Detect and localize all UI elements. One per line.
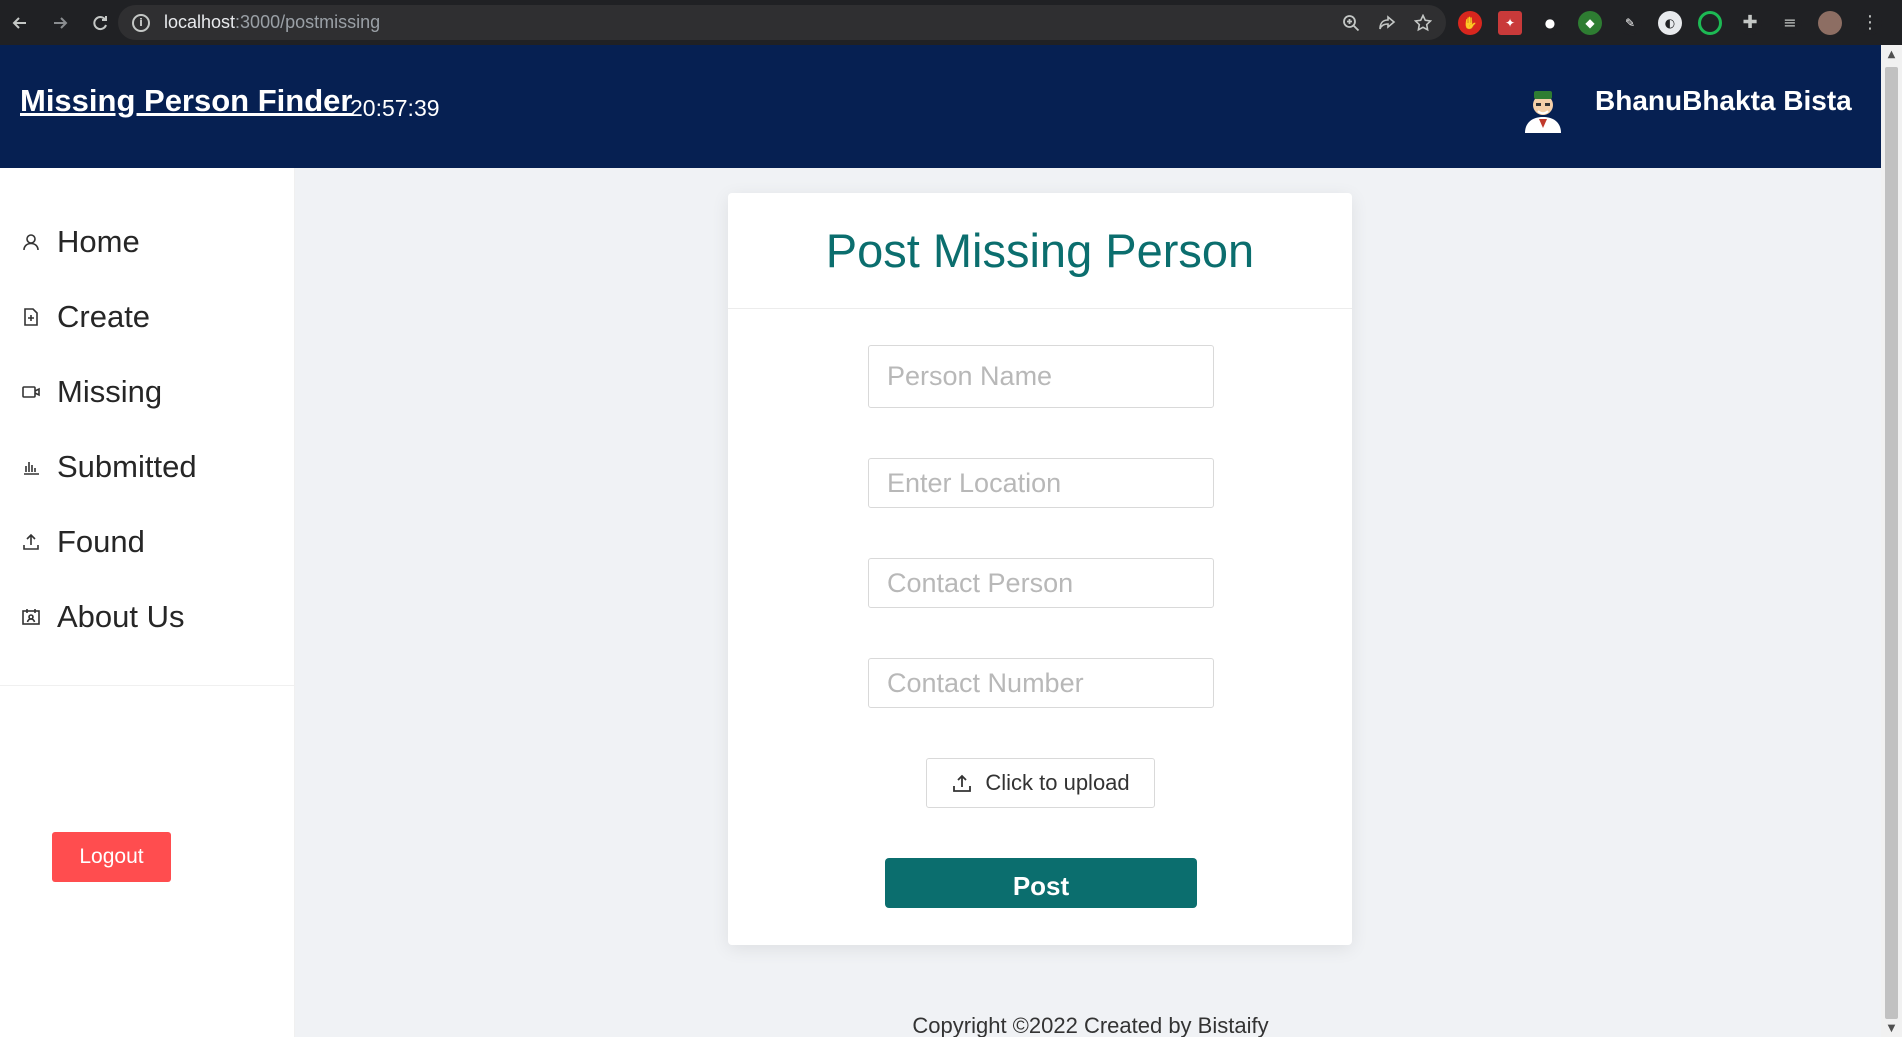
adblock-extension-icon[interactable]: ✋ [1458,10,1482,35]
sidebar-item-create[interactable]: Create [0,279,294,354]
browser-menu-icon[interactable]: ⋮ [1858,10,1882,35]
user-name: BhanuBhakta Bista [1595,85,1852,116]
person-name-input[interactable] [868,345,1214,408]
sidebar-item-about-us[interactable]: About Us [0,579,294,654]
upload-button-label: Click to upload [985,770,1130,795]
sidebar-item-label: Create [57,298,151,334]
contact-number-input[interactable] [868,658,1214,708]
contact-person-input[interactable] [868,558,1214,608]
post-button[interactable]: Post [885,858,1197,908]
app-title-link[interactable]: Missing Person Finder [20,83,352,119]
page-scrollbar[interactable]: ▲ ▼ [1881,45,1902,1037]
url-host: localhost [164,12,236,32]
sidebar-item-home[interactable]: Home [0,204,294,279]
bar-chart-icon [20,456,42,478]
chat-extension-icon[interactable]: ● [1538,10,1562,35]
site-info-icon[interactable]: i [132,13,150,32]
sidebar-item-found[interactable]: Found [0,504,294,579]
share-icon[interactable] [1378,14,1396,32]
video-camera-icon [20,381,42,403]
sidebar-divider [0,685,294,686]
reading-list-icon[interactable]: ≡ [1778,10,1802,35]
scroll-up-icon[interactable]: ▲ [1881,45,1902,63]
reload-button[interactable] [80,0,120,45]
pen-extension-icon[interactable]: ✎ [1618,10,1642,35]
clock: 20:57:39 [350,95,440,121]
upload-button[interactable]: Click to upload [926,758,1155,808]
sidebar-item-label: Found [57,523,145,559]
sidebar-item-label: Home [57,223,140,259]
sidebar-item-label: Submitted [57,448,197,484]
puzzle-extensions-icon[interactable]: ✚ [1738,10,1762,35]
scroll-thumb[interactable] [1885,67,1898,1019]
sidebar-item-label: About Us [57,598,185,634]
card-divider [728,308,1352,309]
reload-icon [93,15,107,30]
footer-copyright: Copyright ©2022 Created by Bistaify [912,1013,1269,1037]
sidebar: Home Create Missing Submitted Found Abou… [0,168,295,1037]
sidebar-item-missing[interactable]: Missing [0,354,294,429]
address-bar[interactable]: i localhost:3000/postmissing [118,5,1446,40]
forward-button[interactable] [40,0,80,45]
back-arrow-icon [12,16,26,29]
forward-arrow-icon [54,16,68,29]
file-add-icon [20,306,42,328]
contacts-icon [20,606,42,628]
profile-avatar[interactable] [1818,10,1842,35]
upload-icon [953,774,972,792]
zoom-icon[interactable] [1342,14,1360,32]
target-extension-icon[interactable] [1698,10,1722,35]
logout-button[interactable]: Logout [52,832,171,882]
sidebar-menu: Home Create Missing Submitted Found Abou… [0,204,294,654]
user-icon [20,231,42,253]
gift-extension-icon[interactable]: ✦ [1498,10,1522,35]
url-path: :3000/postmissing [235,12,381,32]
location-input[interactable] [868,458,1214,508]
post-missing-card: Post Missing Person Click to upload Post [728,193,1352,945]
address-bar-actions [1342,5,1432,40]
app-header: Missing Person Finder 20:57:39 BhanuBhak… [0,45,1881,168]
back-button[interactable] [0,0,40,45]
sidebar-item-label: Missing [57,373,163,409]
leaf-extension-icon[interactable]: ◆ [1578,10,1602,35]
bookmark-star-icon[interactable] [1414,13,1432,32]
scroll-down-icon[interactable]: ▼ [1881,1019,1902,1037]
user-avatar[interactable] [1522,85,1564,133]
browser-toolbar: i localhost:3000/postmissing ✋ ✦ ● ◆ ✎ ◐… [0,0,1902,45]
extensions-bar: ✋ ✦ ● ◆ ✎ ◐ ✚ ≡ ⋮ [1458,0,1882,45]
sidebar-item-submitted[interactable]: Submitted [0,429,294,504]
page-title: Post Missing Person [825,224,1255,277]
circle-extension-icon[interactable]: ◐ [1658,10,1682,35]
upload-icon [20,531,42,553]
